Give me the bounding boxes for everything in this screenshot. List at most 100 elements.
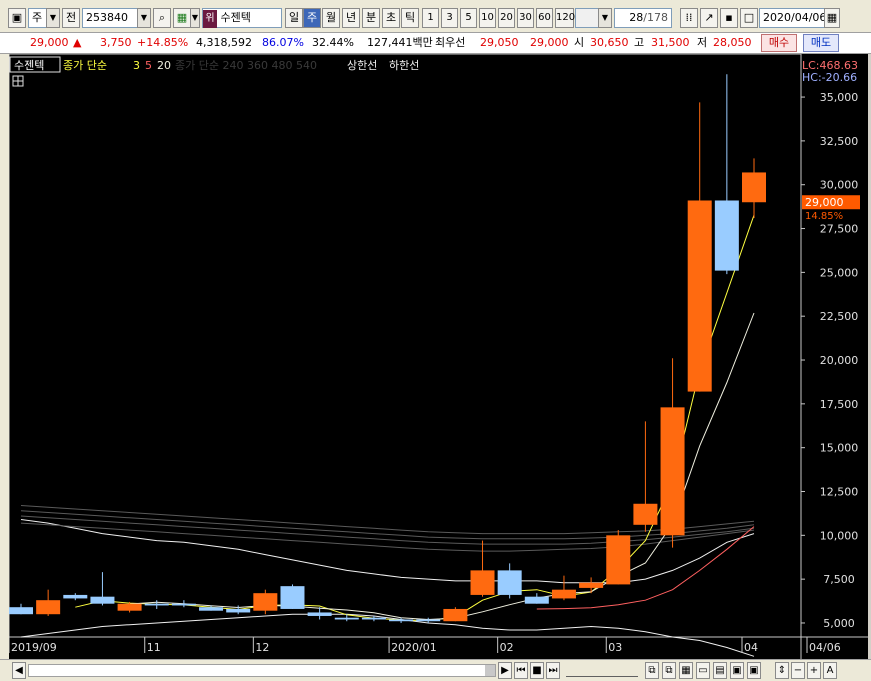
grid-icon[interactable]: ▦: [679, 662, 693, 679]
period-button-3[interactable]: 년: [342, 8, 360, 28]
zoom-out-icon[interactable]: −: [791, 662, 805, 679]
candle-body: [524, 596, 549, 604]
table-icon[interactable]: ▤: [713, 662, 727, 679]
zoom-slider[interactable]: [566, 664, 638, 677]
chevron-down-icon[interactable]: ▼: [137, 8, 151, 28]
period-button-6[interactable]: 틱: [401, 8, 419, 28]
count: 28: [629, 11, 644, 24]
period-button-4[interactable]: 분: [362, 8, 380, 28]
sell-button[interactable]: 매도: [803, 34, 839, 52]
plot-border: [8, 53, 802, 638]
interval-button-3[interactable]: 3: [441, 8, 458, 28]
stock-name-field: 위 수젠텍: [202, 8, 282, 28]
candle-body: [606, 535, 631, 585]
low-value: 28,050: [713, 36, 752, 49]
period-button-2[interactable]: 월: [322, 8, 340, 28]
x-tick-label: 2020/01: [391, 641, 437, 654]
blank-select[interactable]: [575, 8, 599, 28]
bottom-bar: ◀ ▶ ⏮ ■ ⏭ ⧉ ⧉ ▦ ▭ ▤ ▣ ▣ ⇕ − + A: [0, 659, 871, 681]
grid-icon[interactable]: ▦: [173, 8, 191, 28]
trend-icon[interactable]: ↗: [700, 8, 718, 28]
window-icon[interactable]: ▭: [696, 662, 710, 679]
scrollbar-track[interactable]: [28, 664, 496, 677]
candle-body: [280, 586, 305, 609]
scrollbar-thumb[interactable]: [485, 665, 495, 676]
count-total: /178: [643, 11, 668, 24]
save-icon[interactable]: ▪: [720, 8, 738, 28]
chart-menu-icon[interactable]: ▣: [8, 8, 26, 28]
candle-body: [361, 617, 386, 620]
copy-icon[interactable]: ⧉: [662, 662, 676, 679]
zoom-in-icon[interactable]: +: [807, 662, 821, 679]
candle-body: [36, 600, 61, 615]
candle-body: [63, 594, 88, 599]
interval-button-10[interactable]: 10: [479, 8, 496, 28]
x-tick-label: 04: [744, 641, 758, 654]
chevron-down-icon[interactable]: ▼: [190, 8, 200, 28]
open-value: 30,650: [590, 36, 629, 49]
scroll-right-icon[interactable]: ▶: [498, 662, 512, 679]
interval-button-120[interactable]: 120: [555, 8, 575, 28]
candle-body: [687, 200, 712, 392]
y-tick-label: 27,500: [820, 223, 859, 236]
lower-limit-line: [20, 613, 755, 657]
code-input[interactable]: 253840: [82, 8, 138, 28]
date-input[interactable]: 2020/04/06: [759, 8, 826, 28]
quote-price: 29,000: [30, 36, 69, 49]
candle-body: [470, 570, 495, 595]
chevron-down-icon[interactable]: ▼: [598, 8, 612, 28]
period-button-5[interactable]: 초: [382, 8, 400, 28]
scroll-left-icon[interactable]: ◀: [12, 662, 26, 679]
interval-button-5[interactable]: 5: [460, 8, 477, 28]
count-field[interactable]: 28/178: [614, 8, 672, 28]
y-tick-label: 15,000: [820, 442, 859, 455]
candle-body: [226, 608, 251, 613]
legend-ma-label: 종가 단순: [63, 59, 107, 72]
interval-button-1[interactable]: 1: [422, 8, 439, 28]
candle-body: [9, 607, 33, 615]
expand-icon[interactable]: ⇕: [775, 662, 789, 679]
current-change-label: 14.85%: [805, 211, 843, 222]
candle-body: [551, 589, 576, 599]
y-tick-label: 20,000: [820, 354, 859, 367]
quote-change: 3,750: [100, 36, 132, 49]
search-icon[interactable]: ⌕: [153, 8, 171, 28]
rewind-icon[interactable]: ⏮: [514, 662, 528, 679]
export-icon[interactable]: ▣: [747, 662, 761, 679]
low-label: 저: [697, 36, 708, 49]
best-ask: 29,050: [480, 36, 519, 49]
period-button-0[interactable]: 일: [285, 8, 303, 28]
buy-button[interactable]: 매수: [761, 34, 797, 52]
y-tick-label: 30,000: [820, 179, 859, 192]
candle-body: [579, 582, 604, 588]
price-chart[interactable]: 5,000 7,500 10,000 12,500 15,000 17,500 20,000…: [8, 53, 868, 660]
candle-body: [497, 570, 522, 595]
calendar-toggle-icon[interactable]: □: [740, 8, 758, 28]
candle-body: [633, 503, 658, 525]
auto-scale-icon[interactable]: A: [823, 662, 837, 679]
high-value: 31,500: [651, 36, 690, 49]
calendar-icon[interactable]: ▦: [824, 8, 840, 28]
period-button-1[interactable]: 주: [303, 8, 321, 28]
x-tick-label: 02: [500, 641, 514, 654]
legend-upper-limit: 상한선: [347, 59, 377, 72]
forward-icon[interactable]: ⏭: [546, 662, 560, 679]
y-tick-label: 25,000: [820, 266, 859, 279]
candle-body: [714, 200, 739, 271]
zoom-icon[interactable]: ⁞⁞: [680, 8, 698, 28]
period-select[interactable]: 주: [28, 8, 48, 28]
interval-button-30[interactable]: 30: [517, 8, 534, 28]
legend-name: 수젠텍: [14, 59, 44, 72]
best-label: 최우선: [435, 36, 466, 49]
prefix-button[interactable]: 전: [62, 8, 80, 28]
stop-icon[interactable]: ■: [530, 662, 544, 679]
interval-button-60[interactable]: 60: [536, 8, 553, 28]
left-edge: [0, 54, 9, 660]
pin-icon[interactable]: ▣: [730, 662, 744, 679]
chevron-down-icon[interactable]: ▼: [46, 8, 60, 28]
layout-icon[interactable]: ⧉: [645, 662, 659, 679]
y-tick-label: 35,000: [820, 91, 859, 104]
chart-area[interactable]: 5,000 7,500 10,000 12,500 15,000 17,500 20,000…: [8, 53, 868, 660]
legend-lower-limit: 하한선: [389, 58, 419, 72]
interval-button-20[interactable]: 20: [498, 8, 515, 28]
